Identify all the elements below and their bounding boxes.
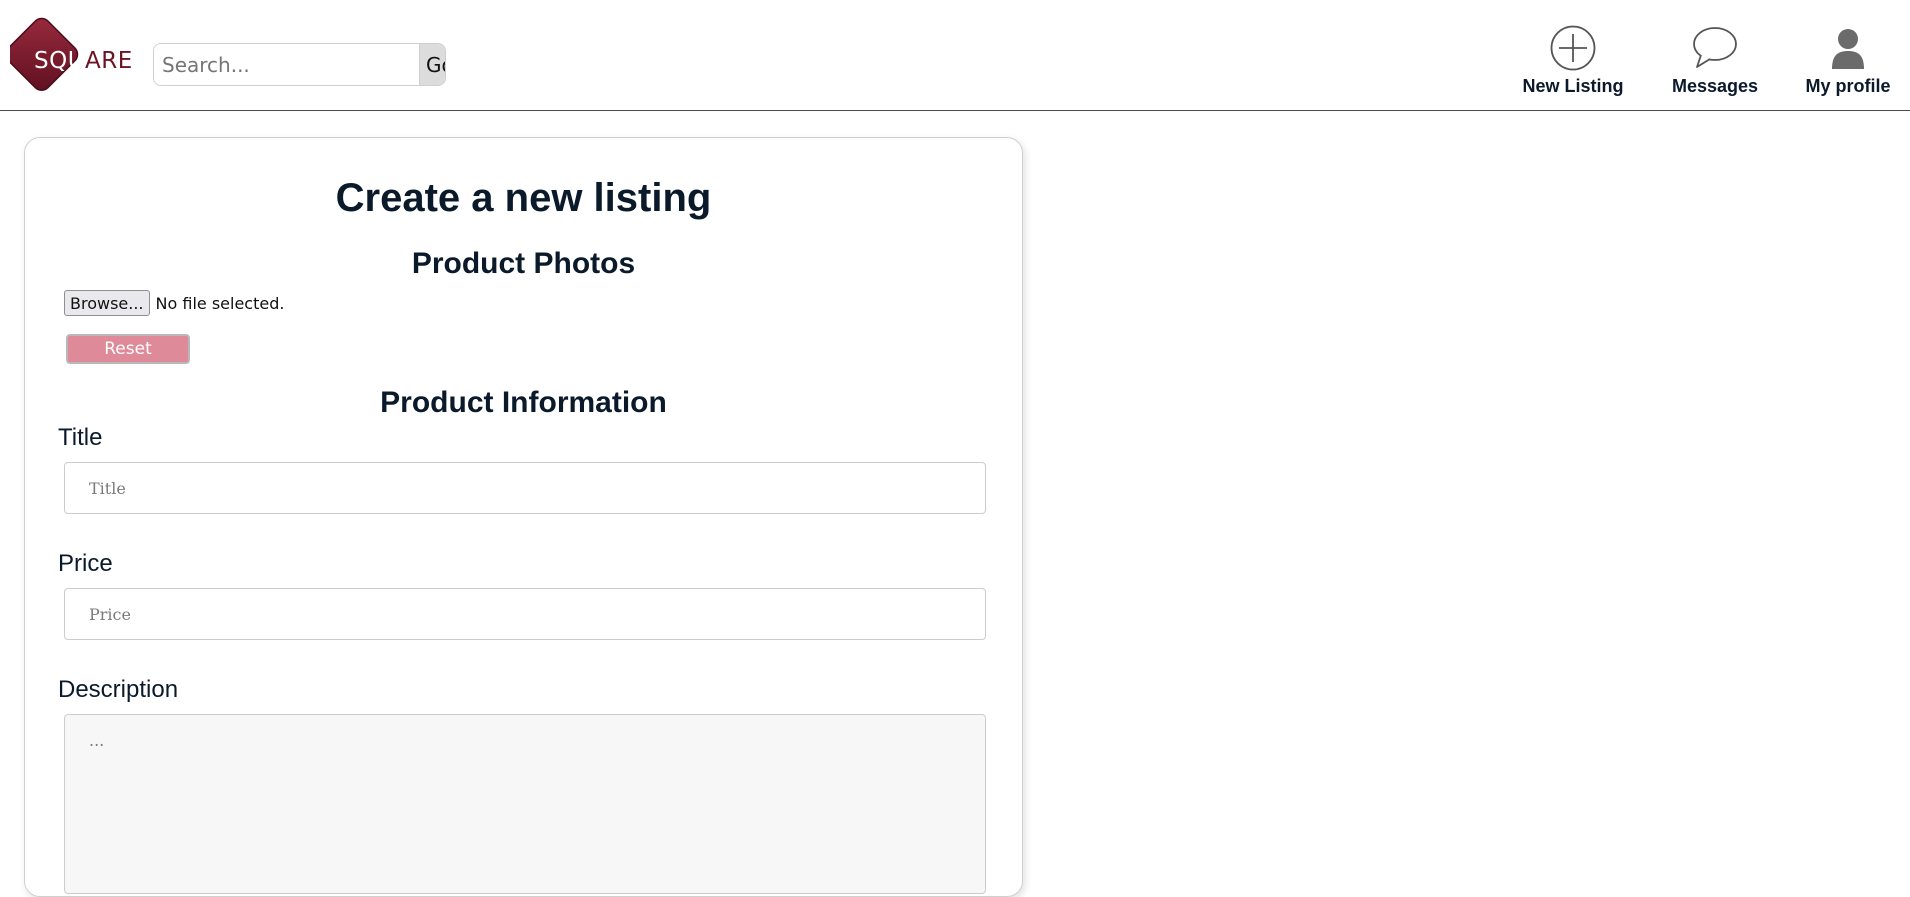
user-icon xyxy=(1832,29,1864,69)
reset-photos-button[interactable]: Reset xyxy=(66,334,190,364)
nav-messages-label: Messages xyxy=(1671,76,1759,96)
nav-messages[interactable]: Messages xyxy=(1670,24,1760,97)
file-upload-row: Browse... No file selected. xyxy=(64,290,284,316)
search-input[interactable] xyxy=(154,44,419,85)
search-go-button[interactable]: Go xyxy=(419,44,445,85)
create-listing-card: Create a new listing Product Photos Brow… xyxy=(24,137,1023,897)
browse-button[interactable]: Browse... xyxy=(64,290,150,316)
logo-text: SQUARE xyxy=(34,48,133,74)
file-status-text: No file selected. xyxy=(155,293,285,313)
square-logo[interactable]: SQUARE xyxy=(10,15,132,99)
top-header: SQUARE Go New Listing Messages My profil… xyxy=(0,0,1910,111)
speech-bubble-icon xyxy=(1693,27,1737,68)
nav-my-profile-label: My profile xyxy=(1805,76,1891,96)
title-label: Title xyxy=(58,424,103,451)
price-label: Price xyxy=(58,550,113,577)
nav-my-profile[interactable]: My profile xyxy=(1804,24,1892,97)
description-label: Description xyxy=(58,676,179,703)
price-input[interactable] xyxy=(64,588,986,640)
nav-new-listing-label: New Listing xyxy=(1522,76,1624,96)
page-title: Create a new listing xyxy=(335,176,712,220)
plus-circle-icon xyxy=(1550,25,1596,71)
description-textarea[interactable] xyxy=(64,714,986,894)
title-input[interactable] xyxy=(64,462,986,514)
product-information-heading: Product Information xyxy=(380,386,667,419)
nav-new-listing[interactable]: New Listing xyxy=(1521,24,1625,97)
product-photos-heading: Product Photos xyxy=(411,247,636,280)
search-bar: Go xyxy=(153,43,446,86)
